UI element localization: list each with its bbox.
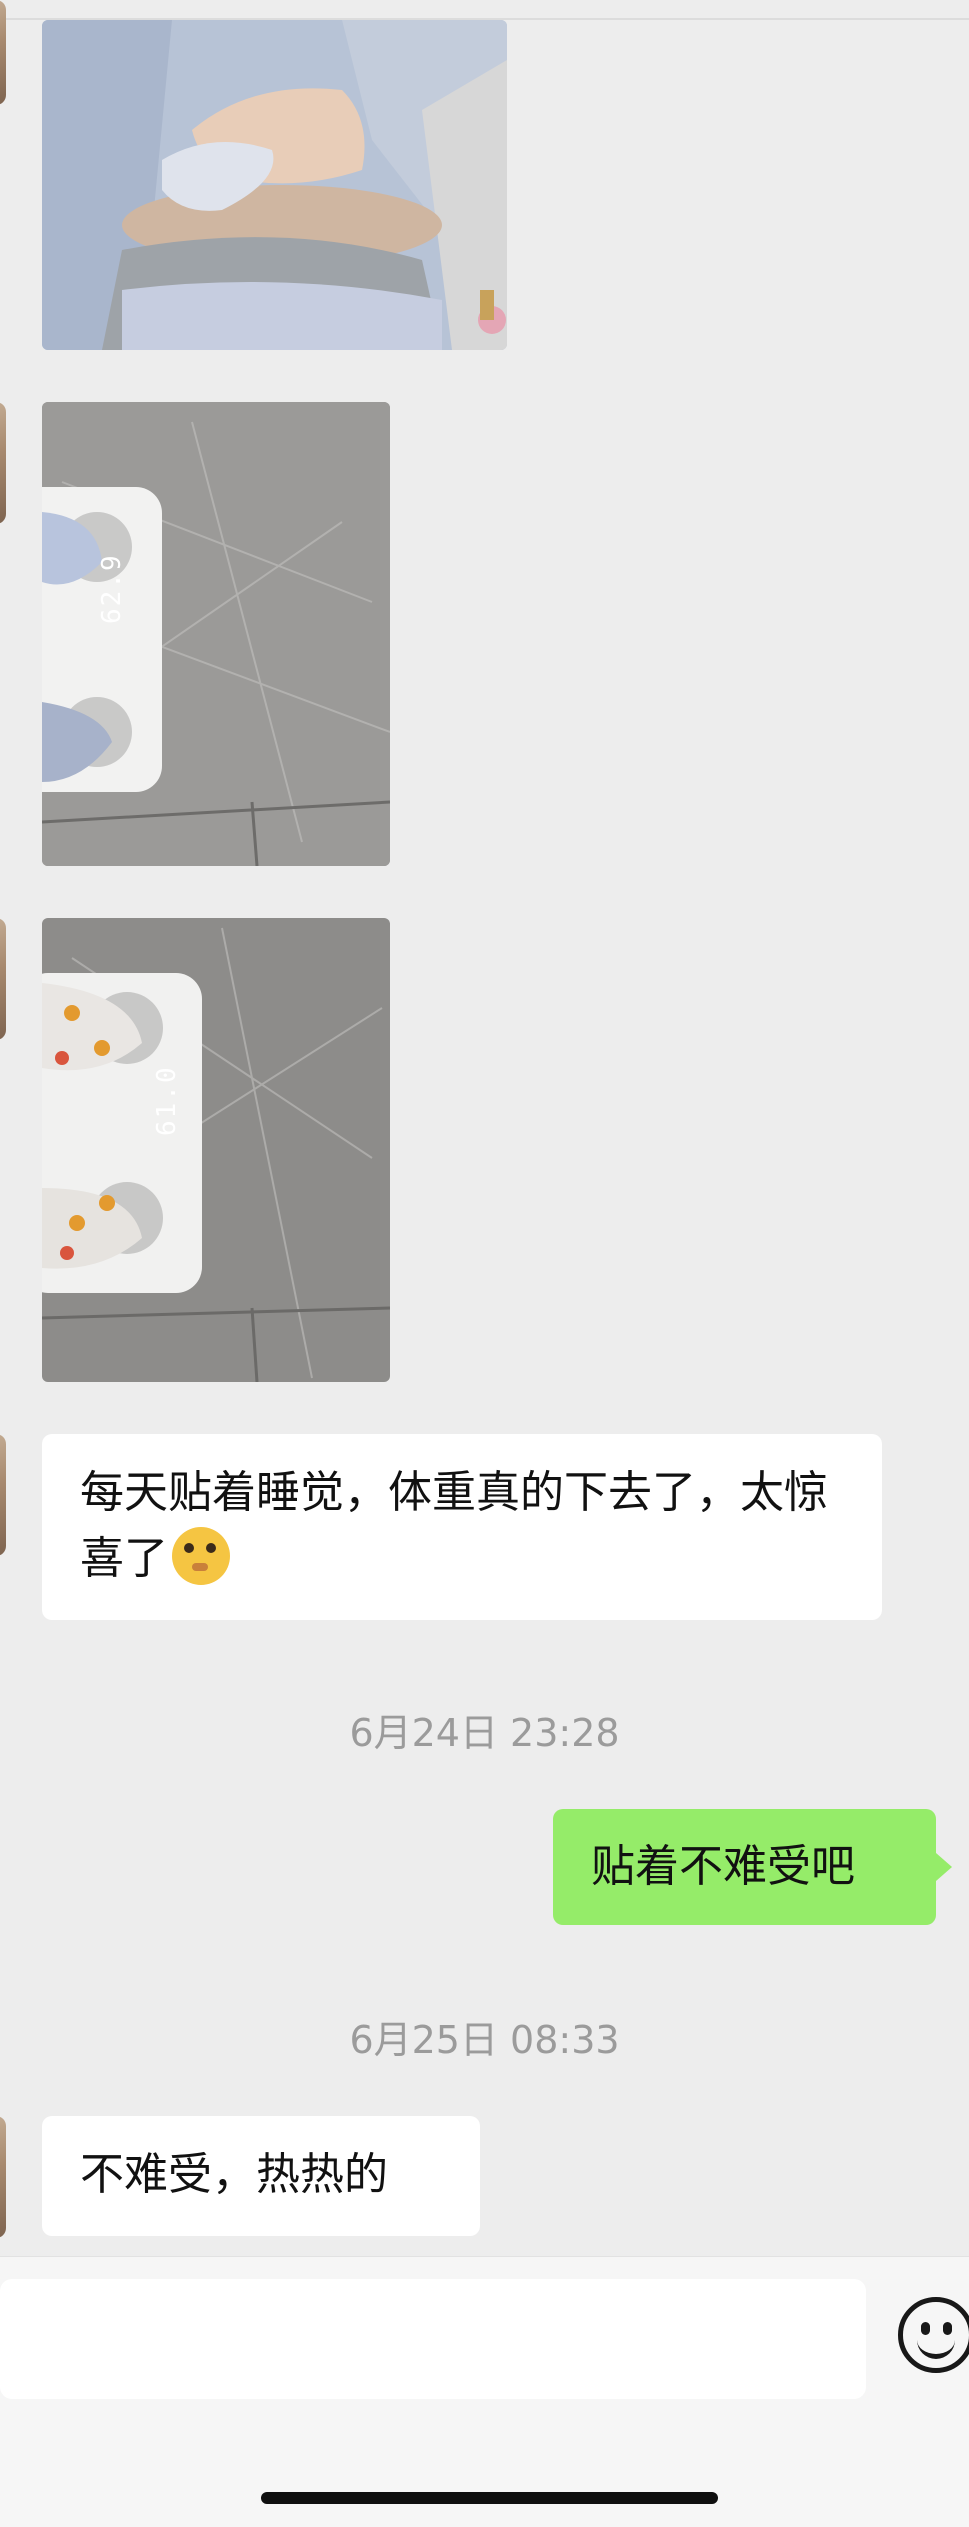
- chat-photo-scale-2[interactable]: 61.0: [42, 918, 390, 1382]
- message-input[interactable]: [0, 2279, 866, 2399]
- emoji-smiley-icon[interactable]: [898, 2297, 969, 2373]
- timestamp: 6月24日 23:28: [349, 1711, 620, 1755]
- home-indicator[interactable]: [261, 2492, 718, 2504]
- contact-avatar[interactable]: [0, 918, 6, 1040]
- contact-avatar[interactable]: [0, 0, 6, 105]
- contact-avatar[interactable]: [0, 1434, 6, 1556]
- chat-photo-belly[interactable]: [42, 20, 507, 350]
- timestamp: 6月25日 08:33: [349, 2018, 620, 2062]
- message-bubble-received[interactable]: 不难受，热热的: [42, 2116, 480, 2236]
- scale-reading: 62.9: [97, 553, 127, 624]
- contact-avatar[interactable]: [0, 402, 6, 524]
- chat-input-bar: [0, 2256, 969, 2527]
- yellow-face-emoji-icon: [172, 1527, 230, 1585]
- message-text: 贴着不难受吧: [591, 1841, 855, 1892]
- contact-avatar[interactable]: [0, 2116, 6, 2238]
- scale-reading: 61.0: [152, 1065, 182, 1136]
- message-bubble-sent[interactable]: 贴着不难受吧: [553, 1809, 952, 1925]
- chat-photo-scale-1[interactable]: 62.9: [42, 402, 390, 866]
- message-bubble-received[interactable]: 每天贴着睡觉，体重真的下去了，太惊喜了: [42, 1434, 882, 1620]
- message-text: 不难受，热热的: [80, 2149, 388, 2200]
